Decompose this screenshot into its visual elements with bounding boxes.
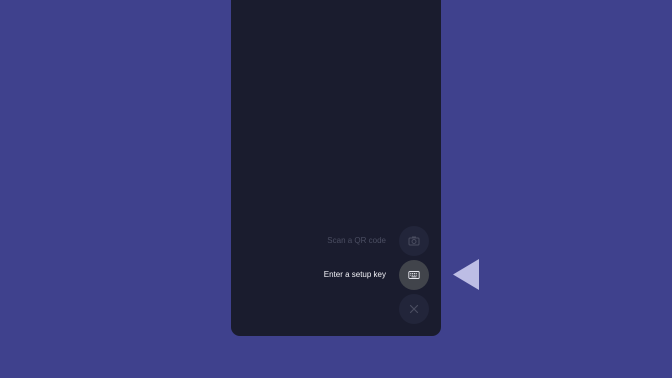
screen-stage: Scan a QR code Enter a setup key (0, 0, 672, 378)
keyboard-icon (408, 271, 420, 279)
scan-qr-button[interactable] (399, 226, 429, 256)
camera-icon (408, 236, 420, 246)
phone-screen: Scan a QR code Enter a setup key (231, 0, 441, 336)
enter-setup-key-button[interactable] (399, 260, 429, 290)
enter-setup-key-label: Enter a setup key (323, 270, 386, 279)
enter-setup-key-option[interactable]: Enter a setup key (231, 260, 441, 290)
close-speed-dial-button[interactable] (399, 294, 429, 324)
close-icon (409, 304, 419, 314)
close-option[interactable] (231, 294, 441, 324)
scan-qr-option[interactable]: Scan a QR code (231, 226, 441, 256)
left-triangle-pointer-icon (453, 259, 479, 290)
scan-qr-label: Scan a QR code (327, 236, 386, 245)
